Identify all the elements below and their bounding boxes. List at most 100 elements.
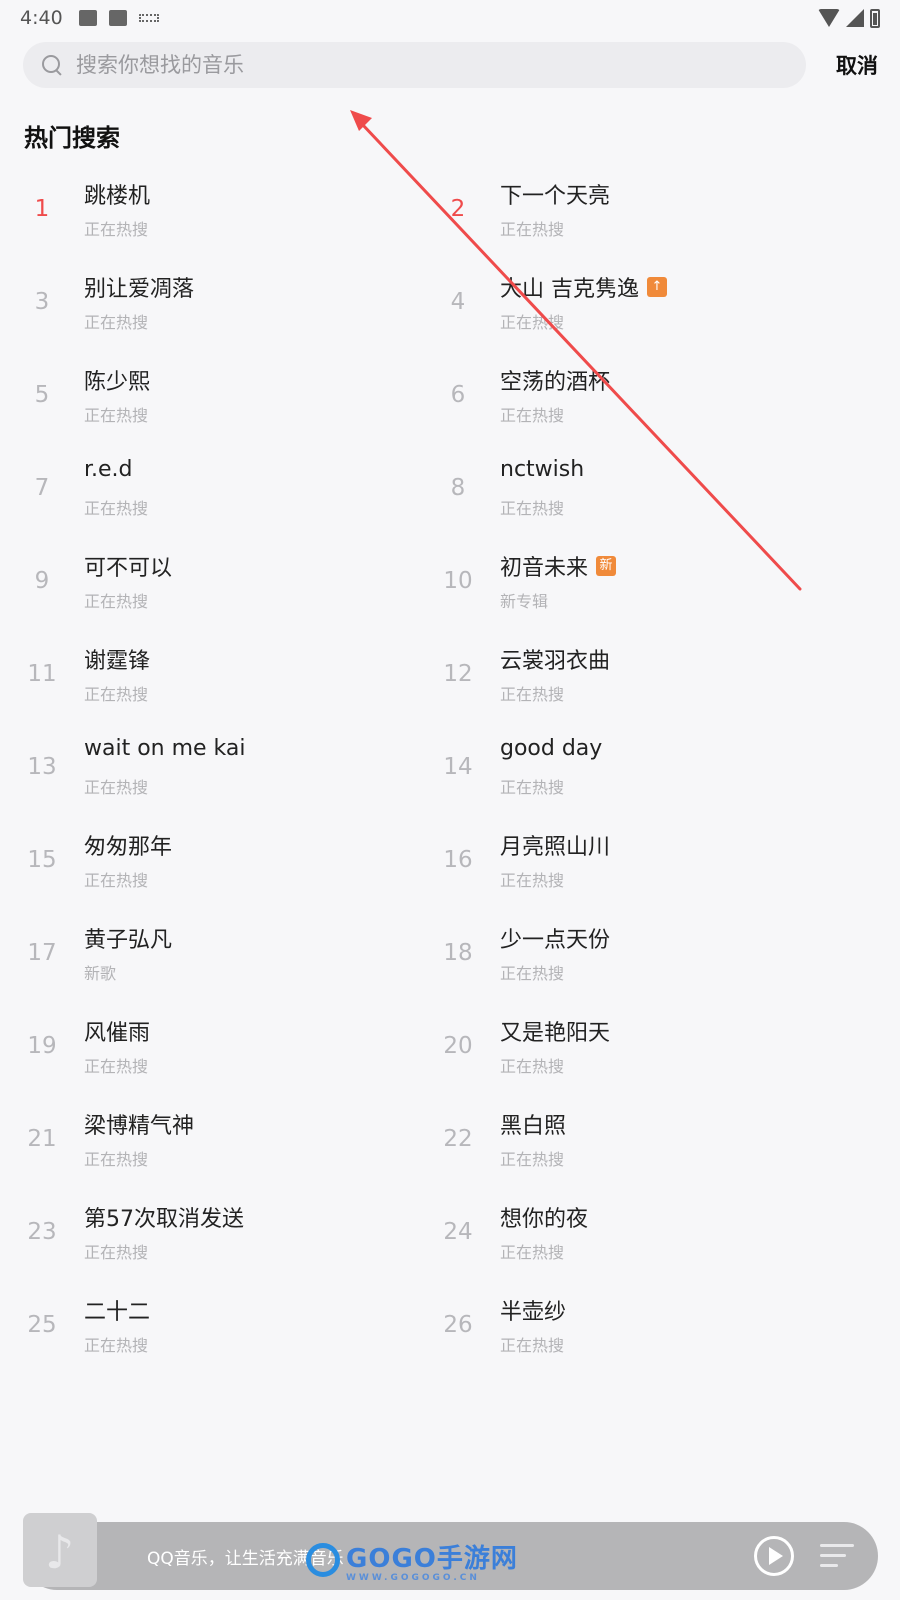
hot-item-subtitle: 正在热搜 (500, 406, 565, 425)
hot-item-title: 又是艳阳天 (500, 1021, 611, 1046)
play-button[interactable] (754, 1536, 794, 1576)
hot-item-title: 初音未来 (500, 556, 589, 581)
hot-search-item[interactable]: 16 月亮照山川 正在热搜 (428, 819, 848, 899)
hot-search-item[interactable]: 15 匆匆那年 正在热搜 (12, 819, 432, 899)
hot-item-title: 月亮照山川 (500, 835, 611, 860)
hot-item-subtitle: 正在热搜 (500, 1150, 565, 1169)
hot-search-item[interactable]: 21 梁博精气神 正在热搜 (12, 1098, 432, 1178)
hot-item-title: 梁博精气神 (84, 1114, 195, 1139)
hot-search-item[interactable]: 26 半壶纱正在热搜 (428, 1284, 848, 1364)
hot-item-rank: 14 (443, 754, 473, 780)
hot-item-title: 可不可以 (84, 556, 173, 581)
hot-search-item[interactable]: 1 跳楼机正在热搜 (12, 168, 432, 248)
hot-item-title: 云裳羽衣曲 (500, 649, 611, 674)
hot-search-item[interactable]: 2 下一个天亮 正在热搜 (428, 168, 848, 248)
hot-item-title-line: r.e.d (84, 457, 133, 482)
cancel-button[interactable]: 取消 (836, 50, 878, 80)
playlist-line (820, 1564, 838, 1567)
hot-item-rank: 16 (443, 847, 473, 873)
hot-search-item[interactable]: 25 二十二正在热搜 (12, 1284, 432, 1364)
hot-search-item[interactable]: 13 wait on me kai 正在热搜 (12, 726, 432, 806)
hot-item-rank: 24 (443, 1219, 473, 1245)
hot-item-rank: 8 (450, 475, 466, 501)
hot-item-rank: 25 (27, 1312, 57, 1338)
hot-search-item[interactable]: 10 初音未来新新专辑 (428, 540, 848, 620)
hot-item-subtitle: 正在热搜 (84, 1336, 149, 1355)
hot-item-subtitle: 正在热搜 (84, 499, 149, 518)
hot-item-rank: 18 (443, 940, 473, 966)
hot-item-rank: 10 (443, 568, 473, 594)
hot-item-rank: 20 (443, 1033, 473, 1059)
playlist-line (820, 1544, 854, 1547)
hot-item-subtitle: 正在热搜 (500, 1057, 565, 1076)
hot-item-title-line: good day (500, 736, 602, 761)
hot-item-rank: 15 (27, 847, 57, 873)
hot-item-subtitle: 正在热搜 (84, 220, 149, 239)
hot-item-title-line: nctwish (500, 457, 584, 482)
hot-item-title: good day (500, 736, 603, 761)
hot-item-title: 想你的夜 (500, 1207, 589, 1232)
new-badge: 新 (596, 556, 617, 576)
hot-item-rank: 19 (27, 1033, 57, 1059)
hot-search-item[interactable]: 12 云裳羽衣曲 正在热搜 (428, 633, 848, 713)
hot-search-item[interactable]: 8 nctwish 正在热搜 (428, 447, 848, 527)
hot-search-item[interactable]: 18 少一点天份 正在热搜 (428, 912, 848, 992)
hot-item-title-line: 云裳羽衣曲 (500, 643, 610, 675)
hot-item-title-line: 谢霆锋 (84, 643, 150, 675)
hot-search-item[interactable]: 4 大山 吉克隽逸 ↑ 正在热搜 (428, 261, 848, 341)
hot-item-subtitle: 新歌 (84, 964, 117, 983)
hot-item-subtitle: 正在热搜 (500, 313, 565, 332)
hot-item-title: 半壶纱 (500, 1300, 567, 1325)
hot-search-item[interactable]: 6 空荡的酒杯 正在热搜 (428, 354, 848, 434)
hot-search-item[interactable]: 19 风催雨 正在热搜 (12, 1005, 432, 1085)
hot-search-item[interactable]: 24 想你的夜 正在热搜 (428, 1191, 848, 1271)
hot-search-item[interactable]: 5 陈少熙 正在热搜 (12, 354, 432, 434)
hot-item-title: 空荡的酒杯 (500, 370, 611, 395)
hot-search-item[interactable]: 9 可不可以 正在热搜 (12, 540, 432, 620)
hot-item-title-line: 半壶纱 (500, 1294, 566, 1326)
hot-item-rank: 26 (443, 1312, 473, 1338)
hot-item-title: nctwish (500, 457, 585, 482)
hot-item-rank: 1 (34, 196, 50, 222)
hot-item-title: 第57次取消发送 (84, 1207, 244, 1232)
hot-item-subtitle: 正在热搜 (500, 1336, 565, 1355)
hot-item-title-line: 少一点天份 (500, 922, 610, 954)
playlist-button[interactable] (820, 1542, 854, 1570)
hot-item-title-line: 初音未来新 (500, 550, 617, 582)
search-icon (40, 53, 64, 77)
hot-item-title-line: 空荡的酒杯 (500, 364, 610, 396)
hot-search-item[interactable]: 22 黑白照 正在热搜 (428, 1098, 848, 1178)
hot-item-rank: 5 (34, 382, 50, 408)
hot-item-title-line: 梁博精气神 (84, 1108, 194, 1140)
hot-item-title: 陈少熙 (84, 370, 151, 395)
hot-item-subtitle: 正在热搜 (84, 592, 149, 611)
hot-item-subtitle: 新专辑 (500, 592, 549, 611)
hot-search-item[interactable]: 3 别让爱凋落 正在热搜 (12, 261, 432, 341)
hot-search-item[interactable]: 23 第57次取消发送 正在热搜 (12, 1191, 432, 1271)
hot-item-rank: 3 (34, 289, 50, 315)
hot-item-title-line: 跳楼机 (84, 178, 150, 210)
hot-search-item[interactable]: 7 r.e.d 正在热搜 (12, 447, 432, 527)
hot-item-title: 跳楼机 (84, 184, 151, 209)
album-cover[interactable]: ♪ (23, 1513, 117, 1587)
hot-item-title-line: 陈少熙 (84, 364, 150, 396)
hot-item-title-line: 大山 吉克隽逸 ↑ (500, 271, 667, 303)
hot-item-title: 少一点天份 (500, 928, 611, 953)
hot-item-title: 下一个天亮 (500, 184, 611, 209)
hot-item-title: 匆匆那年 (84, 835, 173, 860)
hot-search-item[interactable]: 11 谢霆锋 正在热搜 (12, 633, 432, 713)
status-bar: 4:40 (0, 0, 900, 36)
hot-item-title-line: 别让爱凋落 (84, 271, 194, 303)
search-box[interactable] (23, 42, 806, 88)
hot-search-item[interactable]: 14 good day 正在热搜 (428, 726, 848, 806)
hot-search-item[interactable]: 20 又是艳阳天正在热搜 (428, 1005, 848, 1085)
hot-item-title-line: 黄子弘凡 (84, 922, 172, 954)
hot-item-rank: 17 (27, 940, 57, 966)
search-input[interactable] (76, 53, 756, 77)
hot-item-subtitle: 正在热搜 (84, 685, 149, 704)
hot-item-title-line: 月亮照山川 (500, 829, 610, 861)
hot-item-subtitle: 正在热搜 (84, 1150, 149, 1169)
hot-search-item[interactable]: 17 黄子弘凡新歌 (12, 912, 432, 992)
hot-item-title-line: 二十二 (84, 1294, 150, 1326)
hot-item-title-line: 匆匆那年 (84, 829, 172, 861)
